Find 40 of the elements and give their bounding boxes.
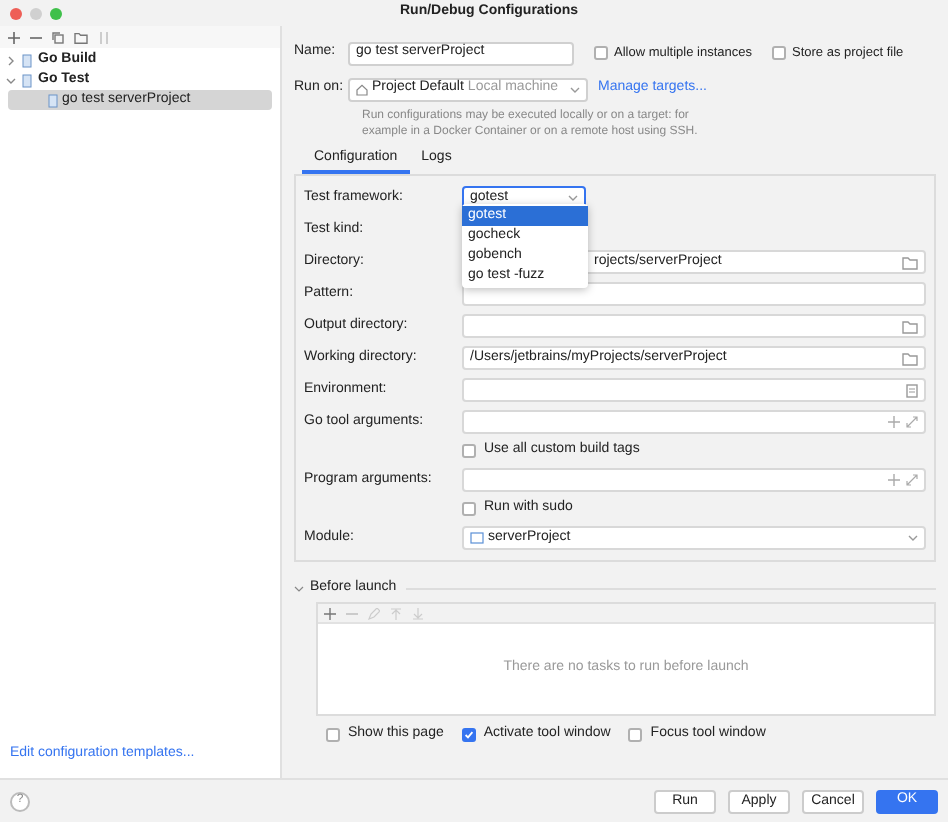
add-icon[interactable] xyxy=(8,31,20,43)
checkbox[interactable] xyxy=(462,502,476,516)
remove-icon[interactable] xyxy=(346,607,358,619)
input-field[interactable] xyxy=(462,468,926,492)
checkbox[interactable] xyxy=(628,727,643,741)
input-field[interactable] xyxy=(462,378,926,402)
input-field[interactable] xyxy=(462,282,926,306)
remove-icon[interactable] xyxy=(30,31,42,43)
checkbox[interactable] xyxy=(772,46,787,60)
folder-icon[interactable] xyxy=(902,255,918,269)
checkbox[interactable] xyxy=(326,727,340,741)
expand-icon[interactable] xyxy=(906,474,918,486)
chevron-down-icon xyxy=(570,85,580,93)
plus-icon[interactable] xyxy=(888,474,900,486)
close-button[interactable] xyxy=(10,7,22,19)
pencil-icon[interactable] xyxy=(368,607,380,619)
home-icon xyxy=(356,83,368,95)
chevron-down-icon[interactable] xyxy=(294,583,304,593)
checkbox[interactable] xyxy=(462,444,476,458)
folder-icon[interactable] xyxy=(902,351,918,365)
chevron-down-icon xyxy=(6,75,16,85)
chevron-down-icon[interactable] xyxy=(908,534,918,542)
input-field[interactable] xyxy=(462,410,926,434)
input-field[interactable] xyxy=(462,314,926,338)
expand-icon[interactable] xyxy=(906,416,918,428)
plus-icon[interactable] xyxy=(888,416,900,428)
add-icon[interactable] xyxy=(324,607,336,619)
folder-icon[interactable] xyxy=(74,31,88,43)
folder-icon[interactable] xyxy=(902,319,918,333)
chevron-right-icon xyxy=(6,55,16,65)
copy-icon[interactable] xyxy=(52,31,64,43)
document-icon[interactable] xyxy=(906,383,918,397)
move-up-icon[interactable] xyxy=(390,607,402,619)
module-icon xyxy=(470,532,484,544)
chevron-down-icon xyxy=(568,194,578,202)
file-icon xyxy=(48,93,58,107)
maximize-button[interactable] xyxy=(50,7,62,19)
checkbox[interactable] xyxy=(594,46,608,60)
move-down-icon[interactable] xyxy=(412,607,424,619)
minimize-button[interactable] xyxy=(30,7,42,19)
